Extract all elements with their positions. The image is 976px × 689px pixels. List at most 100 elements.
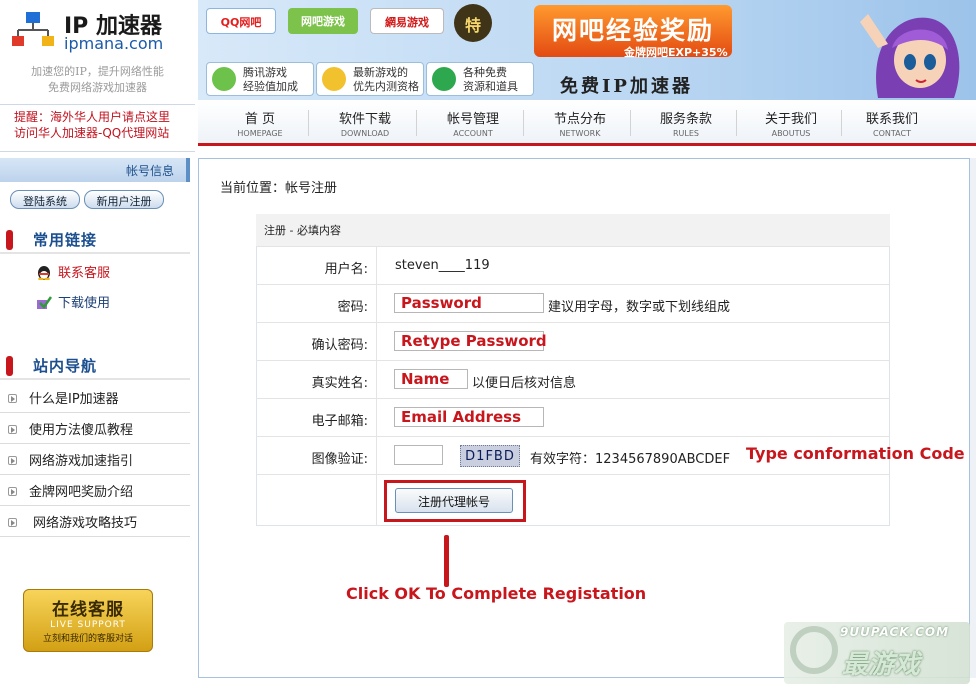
live-support-title: 在线客服 — [52, 600, 124, 620]
new-user-register-button[interactable]: 新用户注册 — [84, 190, 164, 209]
star-badge-icon — [322, 67, 346, 91]
nav-home[interactable]: 首 页 HOMEPAGE — [210, 108, 310, 138]
nav-sublabel: HOMEPAGE — [237, 129, 283, 138]
column-divider — [376, 399, 377, 436]
overseas-notice[interactable]: 提醒：海外华人用户请点这里 访问华人加速器-QQ代理网站 — [0, 104, 195, 152]
netease-game-ad[interactable]: 網易游戏 — [370, 8, 444, 34]
column-divider — [376, 437, 377, 474]
site-nav-item[interactable]: 什么是IP加速器 — [0, 382, 190, 413]
watermark-brand: 最游戏 — [842, 650, 921, 680]
site-nav-heading: 站内导航 — [0, 350, 190, 380]
form-row-password: 密码: Password 建议用字母，数字或下划线组成 — [256, 284, 890, 322]
nav-account[interactable]: 帐号管理 ACCOUNT — [423, 108, 523, 138]
site-nav-item[interactable]: 网络游戏加速指引 — [0, 444, 190, 475]
site-nav-item-label[interactable]: 什么是IP加速器 — [29, 392, 119, 407]
bullet-arrow-icon — [8, 518, 17, 527]
notice-line2[interactable]: 访问华人加速器-QQ代理网站 — [14, 125, 195, 141]
plus-badge-icon — [212, 67, 236, 91]
special-badge-icon[interactable]: 特 — [454, 4, 492, 42]
nav-label[interactable]: 节点分布 — [530, 108, 630, 127]
promo-subtitle: 金牌网吧EXP+35% — [624, 46, 728, 59]
qq-wangba-ad[interactable]: QQ网吧 — [206, 8, 276, 34]
site-nav-item-label[interactable]: 网络游戏加速指引 — [29, 454, 133, 469]
nav-divider — [523, 110, 524, 136]
site-nav-item[interactable]: 金牌网吧奖励介绍 — [0, 475, 190, 506]
column-divider — [376, 361, 377, 398]
site-nav-item-label[interactable]: 使用方法傻瓜教程 — [29, 423, 133, 438]
notice-line1[interactable]: 提醒：海外华人用户请点这里 — [14, 109, 195, 125]
small-ad-line: 最新游戏的 — [353, 66, 408, 79]
nav-label[interactable]: 首 页 — [210, 108, 310, 127]
captcha-label: 图像验证: — [311, 452, 368, 467]
sidebar-link-download[interactable]: 下载使用 — [36, 292, 110, 311]
watermark-logo: 9UUPACK.COM 最游戏 — [784, 622, 970, 684]
small-ad-line: 经验值加成 — [243, 80, 298, 93]
site-nav-item[interactable]: 网络游戏攻略技巧 — [0, 506, 190, 537]
live-support-sub: 立刻和我们的客服对话 — [42, 634, 133, 644]
confirm-password-input[interactable]: Retype Password — [394, 331, 547, 351]
nav-sublabel: ABOUTUS — [771, 129, 811, 138]
account-info-bar: 帐号信息 — [0, 158, 190, 182]
captcha-image[interactable]: D1FBD — [460, 445, 520, 467]
live-support-button[interactable]: 在线客服 LIVE SUPPORT 立刻和我们的客服对话 — [23, 589, 153, 652]
small-ad-line: 腾讯游戏 — [243, 66, 287, 79]
site-nav-item[interactable]: 使用方法傻瓜教程 — [0, 413, 190, 444]
tagline: 加速您的IP，提升网络性能 免费网络游戏加速器 — [0, 64, 195, 96]
confirm-password-label: 确认密码: — [311, 338, 368, 353]
top-banner[interactable]: QQ网吧 网吧游戏 網易游戏 特 网吧经验奖励 金牌网吧EXP+35% 腾讯游戏… — [198, 0, 976, 100]
small-ad-line: 优先内测资格 — [353, 80, 419, 93]
nav-sublabel: DOWNLOAD — [340, 129, 390, 138]
wangba-game-ad[interactable]: 网吧游戏 — [288, 8, 358, 34]
captcha-input[interactable] — [394, 445, 443, 465]
nav-label[interactable]: 关于我们 — [741, 108, 841, 127]
captcha-hint: 有效字符：1234567890ABCDEF — [530, 452, 731, 467]
gift-badge-icon — [432, 67, 456, 91]
nav-label[interactable]: 软件下载 — [315, 108, 415, 127]
small-ad-line: 资源和道具 — [463, 80, 518, 93]
anime-girl-mascot-icon — [860, 14, 960, 98]
nav-contact[interactable]: 联系我们 CONTACT — [842, 108, 942, 138]
register-account-submit-button[interactable]: 注册代理帐号 — [395, 488, 513, 513]
nav-aboutus[interactable]: 关于我们 ABOUTUS — [741, 108, 841, 138]
watermark-ring-icon — [790, 626, 838, 674]
column-divider — [376, 247, 377, 284]
nav-sublabel: RULES — [672, 129, 699, 138]
banner-small-ad[interactable]: 腾讯游戏 经验值加成 — [206, 62, 314, 96]
realname-input[interactable]: Name — [394, 369, 468, 389]
sidebar-link-support[interactable]: 联系客服 — [36, 262, 110, 281]
banner-small-ad[interactable]: 最新游戏的 优先内测资格 — [316, 62, 424, 96]
annotation-pointer-line — [444, 535, 449, 587]
login-button[interactable]: 登陆系统 — [10, 190, 80, 209]
nav-divider — [308, 110, 309, 136]
column-divider — [376, 323, 377, 360]
column-divider — [376, 475, 377, 526]
nav-divider — [630, 110, 631, 136]
password-input[interactable]: Password — [394, 293, 544, 313]
nav-sublabel: NETWORK — [559, 129, 601, 138]
nav-network[interactable]: 节点分布 NETWORK — [530, 108, 630, 138]
main-nav: 首 页 HOMEPAGE 软件下载 DOWNLOAD 帐号管理 ACCOUNT 节点分… — [198, 100, 976, 146]
form-row-realname: 真实姓名: Name 以便日后核对信息 — [256, 360, 890, 398]
download-check-icon — [37, 296, 52, 309]
nav-label[interactable]: 帐号管理 — [423, 108, 523, 127]
banner-small-ad[interactable]: 各种免费 资源和道具 — [426, 62, 534, 96]
nav-label[interactable]: 服务条款 — [636, 108, 736, 127]
nav-label[interactable]: 联系我们 — [842, 108, 942, 127]
bullet-arrow-icon — [8, 394, 17, 403]
nav-rules[interactable]: 服务条款 RULES — [636, 108, 736, 138]
logo-domain: ipmana.com — [64, 34, 164, 53]
nav-download[interactable]: 软件下载 DOWNLOAD — [315, 108, 415, 138]
free-ip-accelerator-slogan: 免费IP加速器 — [560, 76, 693, 97]
scrollbar-track[interactable] — [970, 158, 976, 678]
form-row-confirm-password: 确认密码: Retype Password — [256, 322, 890, 360]
sidebar-link-label[interactable]: 下载使用 — [58, 296, 110, 311]
column-divider — [376, 285, 377, 322]
sidebar-link-label[interactable]: 联系客服 — [58, 266, 110, 281]
form-header: 注册 - 必填内容 — [256, 214, 890, 246]
email-label: 电子邮箱: — [311, 414, 368, 429]
site-nav-item-label[interactable]: 网络游戏攻略技巧 — [33, 516, 137, 531]
common-links-title: 常用链接 — [33, 231, 98, 249]
email-input[interactable]: Email Address — [394, 407, 544, 427]
site-nav-title: 站内导航 — [33, 357, 98, 375]
site-nav-item-label[interactable]: 金牌网吧奖励介绍 — [29, 485, 133, 500]
